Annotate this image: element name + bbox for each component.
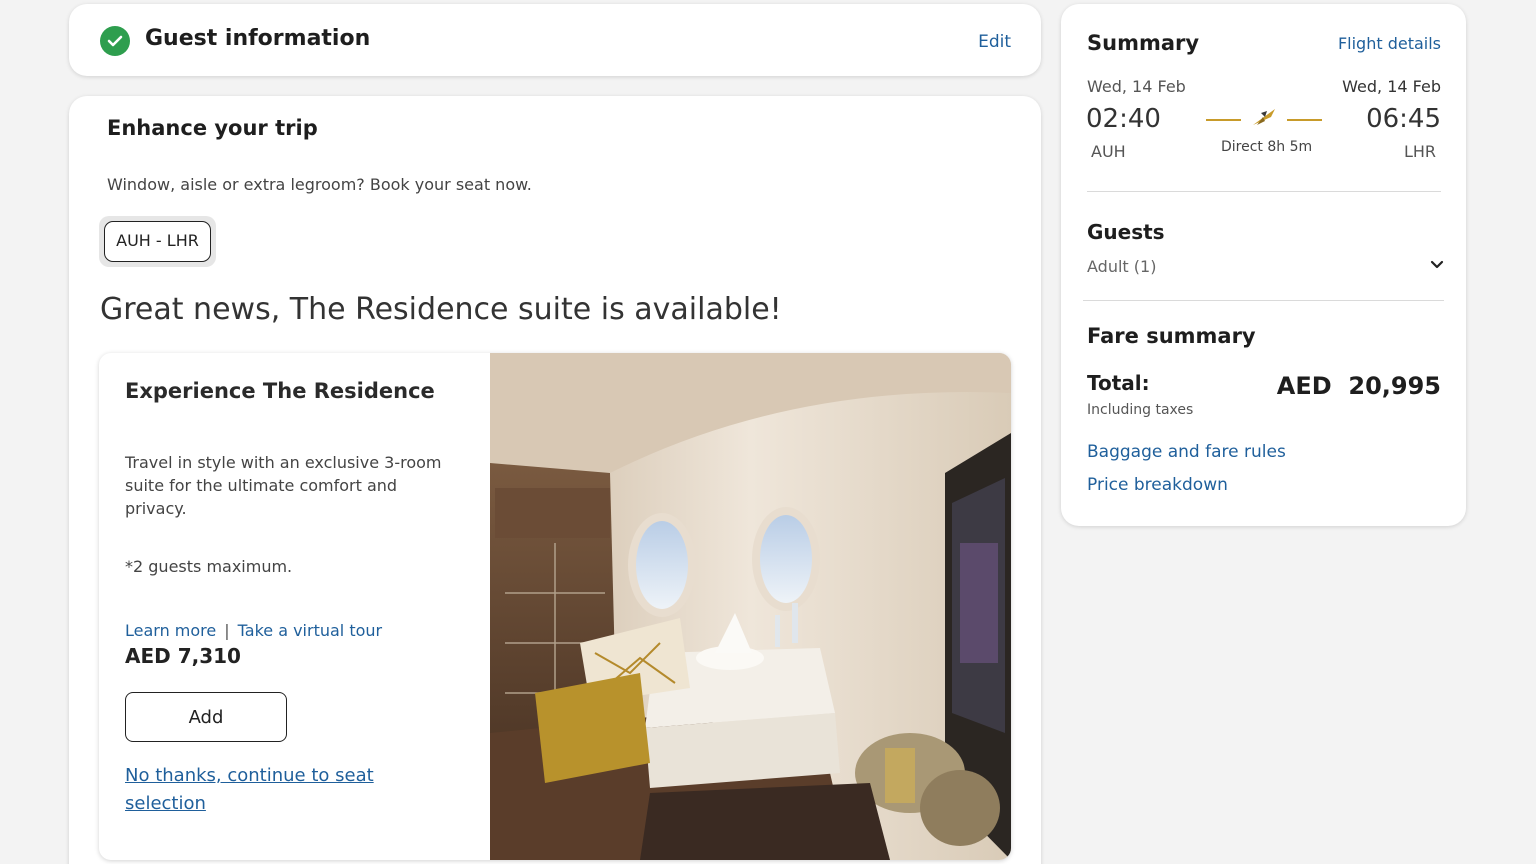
offer-links: Learn more | Take a virtual tour [125,621,382,640]
flight-duration: Direct 8h 5m [1221,139,1313,155]
guest-information-title: Guest information [145,26,371,51]
summary-card: Summary Flight details Wed, 14 Feb Wed, … [1061,4,1466,526]
residence-suite-photo [490,353,1011,860]
virtual-tour-link[interactable]: Take a virtual tour [238,621,382,640]
departure-date: Wed, 14 Feb [1087,77,1186,96]
guests-value: Adult (1) [1087,257,1157,276]
guests-title: Guests [1087,220,1165,244]
no-thanks-continue-link[interactable]: No thanks, continue to seat selection [125,762,415,818]
arrival-date: Wed, 14 Feb [1342,77,1441,96]
enhance-trip-subtitle: Window, aisle or extra legroom? Book you… [107,175,532,194]
enhance-trip-card: Enhance your trip Window, aisle or extra… [69,96,1041,864]
route-line-left [1206,119,1241,121]
offer-title: Experience The Residence [125,379,435,403]
learn-more-link[interactable]: Learn more [125,621,216,640]
arrival-time: 06:45 [1366,104,1441,134]
guests-divider [1083,300,1444,301]
summary-divider [1087,191,1441,192]
airline-plane-icon [1253,109,1275,125]
departure-airport: AUH [1091,142,1126,161]
add-residence-button[interactable]: Add [125,692,287,742]
check-circle-icon [100,26,130,56]
total-label: Total: [1087,371,1150,395]
residence-offer-card: Experience The Residence Travel in style… [99,353,1011,860]
offer-description: Travel in style with an exclusive 3-room… [125,453,442,518]
enhance-trip-title: Enhance your trip [107,116,318,140]
route-chip-container: AUH - LHR [99,216,216,267]
fare-summary-title: Fare summary [1087,324,1256,348]
edit-guest-link[interactable]: Edit [978,32,1011,52]
link-separator: | [224,621,230,640]
summary-title: Summary [1087,31,1200,55]
flight-details-link[interactable]: Flight details [1338,34,1441,53]
price-breakdown-link[interactable]: Price breakdown [1087,475,1228,495]
residence-available-headline: Great news, The Residence suite is avail… [100,292,782,327]
route-chip-auh-lhr[interactable]: AUH - LHR [104,221,211,262]
chevron-down-icon[interactable] [1430,260,1444,270]
offer-price: AED 7,310 [125,644,241,668]
baggage-fare-rules-link[interactable]: Baggage and fare rules [1087,442,1286,462]
tax-note: Including taxes [1087,402,1194,418]
offer-max-guests: *2 guests maximum. [125,557,293,576]
route-line-right [1287,119,1322,121]
total-amount: AED 20,995 [1276,372,1441,400]
guest-information-card: Guest information Edit [69,4,1041,76]
departure-time: 02:40 [1086,104,1161,134]
arrival-airport: LHR [1403,142,1436,161]
